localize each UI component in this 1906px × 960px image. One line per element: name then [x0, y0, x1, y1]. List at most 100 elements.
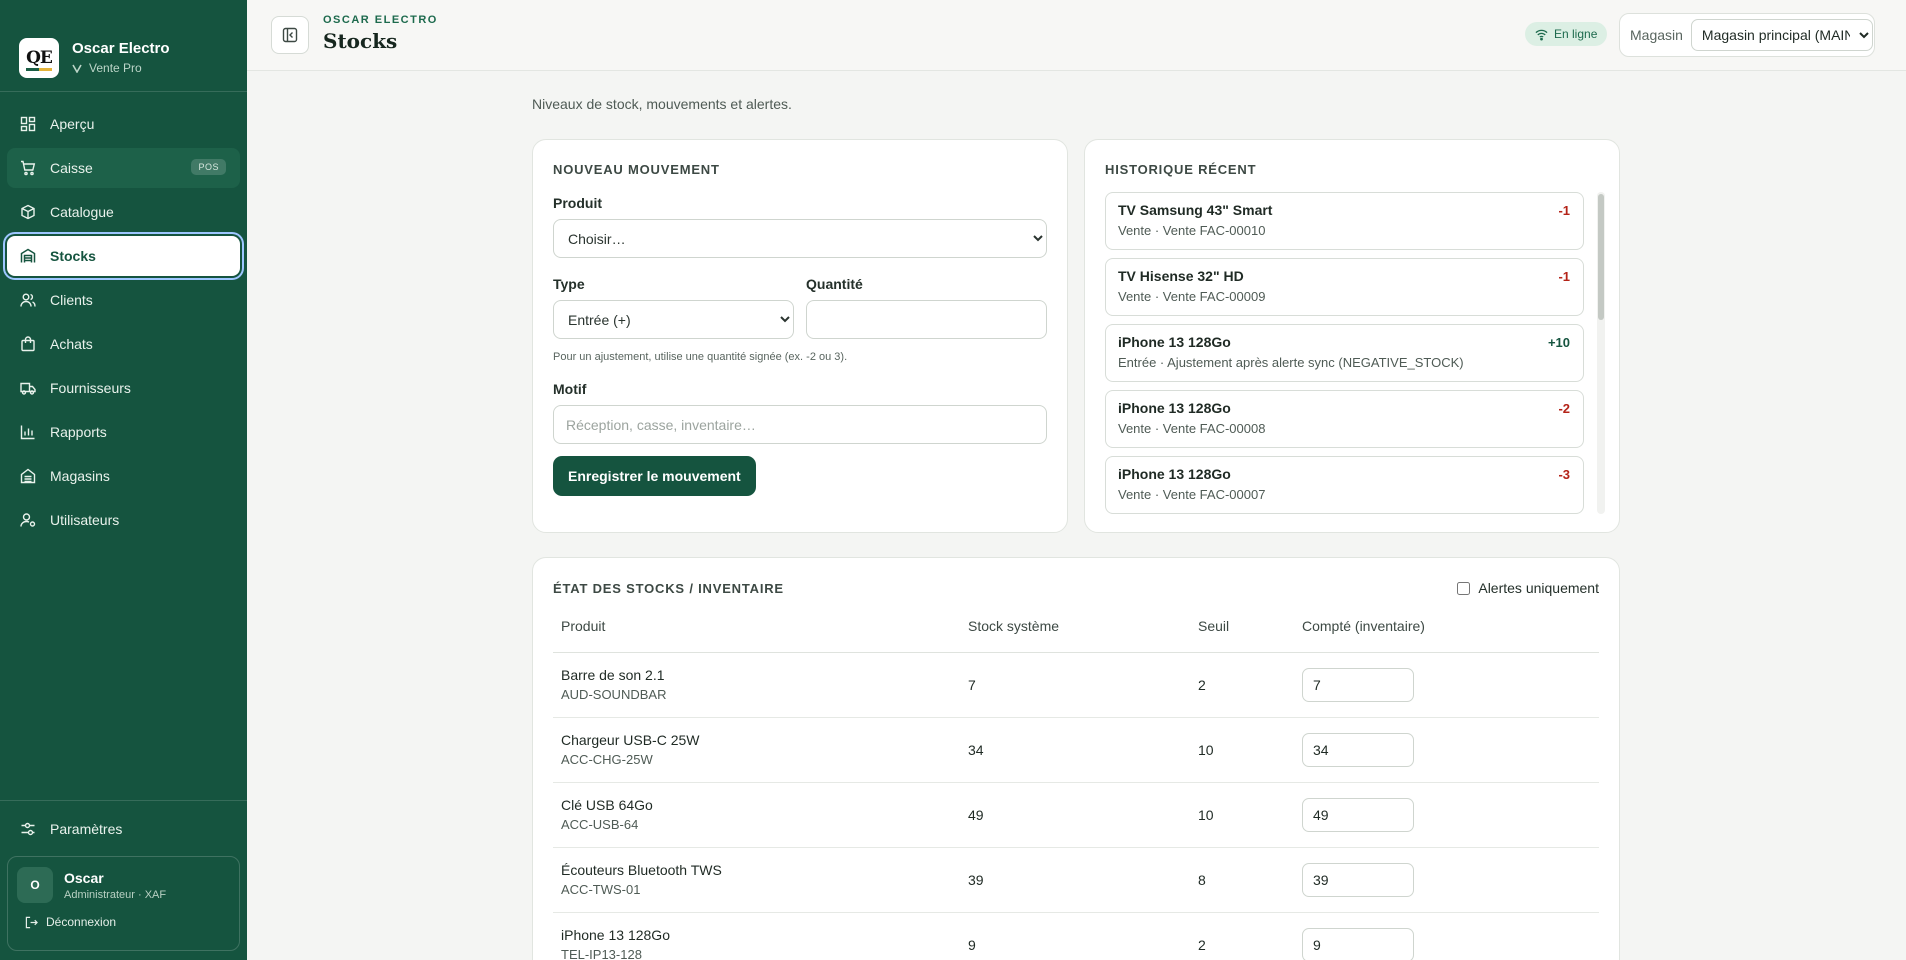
list-item[interactable]: iPhone 13 128Go Entrée · Ajustement aprè…	[1105, 324, 1584, 382]
product-select[interactable]: Choisir…	[553, 219, 1047, 258]
tag-icon	[72, 64, 82, 73]
sidebar-item-fournisseurs[interactable]: Fournisseurs	[7, 368, 240, 408]
alerts-only-toggle[interactable]: Alertes uniquement	[1457, 580, 1599, 596]
collapse-sidebar-button[interactable]	[271, 16, 309, 54]
list-item[interactable]: iPhone 13 128Go Vente · Vente FAC-00008 …	[1105, 390, 1584, 448]
sidebar-item-achats[interactable]: Achats	[7, 324, 240, 364]
list-item[interactable]: TV Samsung 43" Smart Vente · Vente FAC-0…	[1105, 192, 1584, 250]
history-list: TV Samsung 43" Smart Vente · Vente FAC-0…	[1105, 192, 1605, 524]
reason-label: Motif	[553, 381, 587, 397]
column-header: Stock système	[960, 618, 1190, 653]
system-stock: 39	[960, 847, 1190, 913]
sidebar-item-utilisateurs[interactable]: Utilisateurs	[7, 500, 240, 540]
list-item[interactable]: TV Hisense 32" HD Vente · Vente FAC-0000…	[1105, 258, 1584, 316]
sliders-icon	[21, 822, 35, 835]
history-product: TV Samsung 43" Smart	[1118, 202, 1273, 218]
table-row: Barre de son 2.1 AUD-SOUNDBAR 7 2	[553, 652, 1599, 718]
counted-input[interactable]	[1302, 862, 1414, 897]
system-stock: 7	[960, 652, 1190, 718]
reason-input[interactable]	[553, 405, 1047, 444]
shopping-bag-icon	[21, 336, 35, 352]
building-icon	[20, 468, 36, 484]
counted-input[interactable]	[1302, 732, 1414, 767]
sidebar-item-label: Caisse	[50, 160, 93, 176]
sidebar-item-apercu[interactable]: Aperçu	[7, 104, 240, 144]
threshold: 10	[1190, 717, 1294, 783]
history-detail: Vente · Vente FAC-00009	[1118, 289, 1266, 304]
sidebar-item-label: Magasins	[50, 468, 110, 484]
page-subtitle: Niveaux de stock, mouvements et alertes.	[532, 96, 792, 112]
history-detail: Vente · Vente FAC-00008	[1118, 421, 1266, 436]
sidebar-item-clients[interactable]: Clients	[7, 280, 240, 320]
user-cog-icon	[20, 513, 36, 527]
sidebar-item-catalogue[interactable]: Catalogue	[7, 192, 240, 232]
quantity-input[interactable]	[806, 300, 1047, 339]
system-stock: 49	[960, 782, 1190, 848]
product-sku: ACC-TWS-01	[561, 882, 641, 897]
grid-icon	[20, 116, 36, 132]
sidebar-item-label: Stocks	[50, 248, 96, 264]
counted-input[interactable]	[1302, 797, 1414, 832]
avatar: O	[17, 867, 53, 903]
table-row: Écouteurs Bluetooth TWS ACC-TWS-01 39 8	[553, 847, 1599, 913]
users-icon	[20, 293, 36, 307]
sidebar-nav: Aperçu Caisse POS Catalogue Stocks Clien…	[0, 92, 247, 540]
history-product: TV Hisense 32" HD	[1118, 268, 1244, 284]
table-header-row: Produit Stock système Seuil Compté (inve…	[553, 618, 1599, 653]
product-name: Écouteurs Bluetooth TWS	[561, 862, 722, 878]
sidebar-toggle-icon	[282, 27, 298, 43]
product-sku: TEL-IP13-128	[561, 947, 642, 960]
list-item[interactable]: iPhone 13 128Go Vente · Vente FAC-00007 …	[1105, 456, 1584, 514]
logout-button[interactable]: Déconnexion	[25, 915, 230, 929]
column-header: Compté (inventaire)	[1294, 618, 1599, 653]
product-name: iPhone 13 128Go	[561, 927, 670, 943]
history-qty: -2	[1558, 401, 1570, 416]
store-label: Magasin	[1630, 27, 1683, 43]
settings-label: Paramètres	[50, 820, 123, 837]
history-scrollbar[interactable]	[1597, 192, 1605, 514]
type-label: Type	[553, 276, 585, 292]
type-select[interactable]: Entrée (+)	[553, 300, 794, 339]
history-qty: +10	[1547, 335, 1570, 350]
product-sku: AUD-SOUNDBAR	[561, 687, 667, 702]
user-card: O Oscar Administrateur · XAF Déconnexion	[7, 856, 240, 951]
system-stock: 9	[960, 912, 1190, 960]
history-product: iPhone 13 128Go	[1118, 466, 1231, 482]
logout-icon	[25, 916, 38, 928]
system-stock: 34	[960, 717, 1190, 783]
sidebar-item-label: Fournisseurs	[50, 380, 131, 396]
logout-label: Déconnexion	[46, 915, 117, 929]
sidebar-item-stocks[interactable]: Stocks	[7, 236, 240, 276]
brand[interactable]: QE Oscar Electro Vente Pro	[0, 0, 247, 92]
history-detail: Entrée · Ajustement après alerte sync (N…	[1118, 355, 1464, 370]
sidebar-item-label: Clients	[50, 292, 93, 308]
sidebar-item-caisse[interactable]: Caisse POS	[7, 148, 240, 188]
sidebar-item-label: Utilisateurs	[50, 512, 120, 528]
sidebar-item-label: Aperçu	[50, 116, 95, 132]
product-sku: ACC-CHG-25W	[561, 752, 653, 767]
history-card: HISTORIQUE RÉCENT TV Samsung 43" Smart V…	[1084, 139, 1620, 533]
counted-input[interactable]	[1302, 927, 1414, 960]
sidebar-item-magasins[interactable]: Magasins	[7, 456, 240, 496]
history-qty: -3	[1558, 467, 1570, 482]
page-title: Stocks	[323, 29, 398, 53]
inventory-table: Produit Stock système Seuil Compté (inve…	[553, 618, 1599, 960]
store-select[interactable]: Magasin principal (MAIN)	[1690, 19, 1873, 51]
product-name: Clé USB 64Go	[561, 797, 653, 813]
history-product: iPhone 13 128Go	[1118, 334, 1231, 350]
threshold: 2	[1190, 912, 1294, 960]
table-row: Chargeur USB-C 25W ACC-CHG-25W 34 10	[553, 717, 1599, 783]
table-row: Clé USB 64Go ACC-USB-64 49 10	[553, 782, 1599, 848]
history-scroll-thumb[interactable]	[1598, 194, 1604, 320]
quantity-label: Quantité	[806, 276, 863, 292]
counted-input[interactable]	[1302, 667, 1414, 702]
inventory-card: ÉTAT DES STOCKS / INVENTAIRE Alertes uni…	[532, 557, 1620, 960]
save-movement-button[interactable]: Enregistrer le mouvement	[553, 456, 756, 496]
new-movement-title: NOUVEAU MOUVEMENT	[553, 162, 720, 177]
cart-icon	[21, 160, 36, 176]
alerts-only-checkbox[interactable]	[1457, 581, 1471, 595]
sidebar-item-parametres[interactable]: Paramètres	[0, 800, 247, 856]
pos-badge: POS	[191, 159, 226, 175]
sidebar-item-rapports[interactable]: Rapports	[7, 412, 240, 452]
bar-chart-icon	[20, 425, 35, 440]
